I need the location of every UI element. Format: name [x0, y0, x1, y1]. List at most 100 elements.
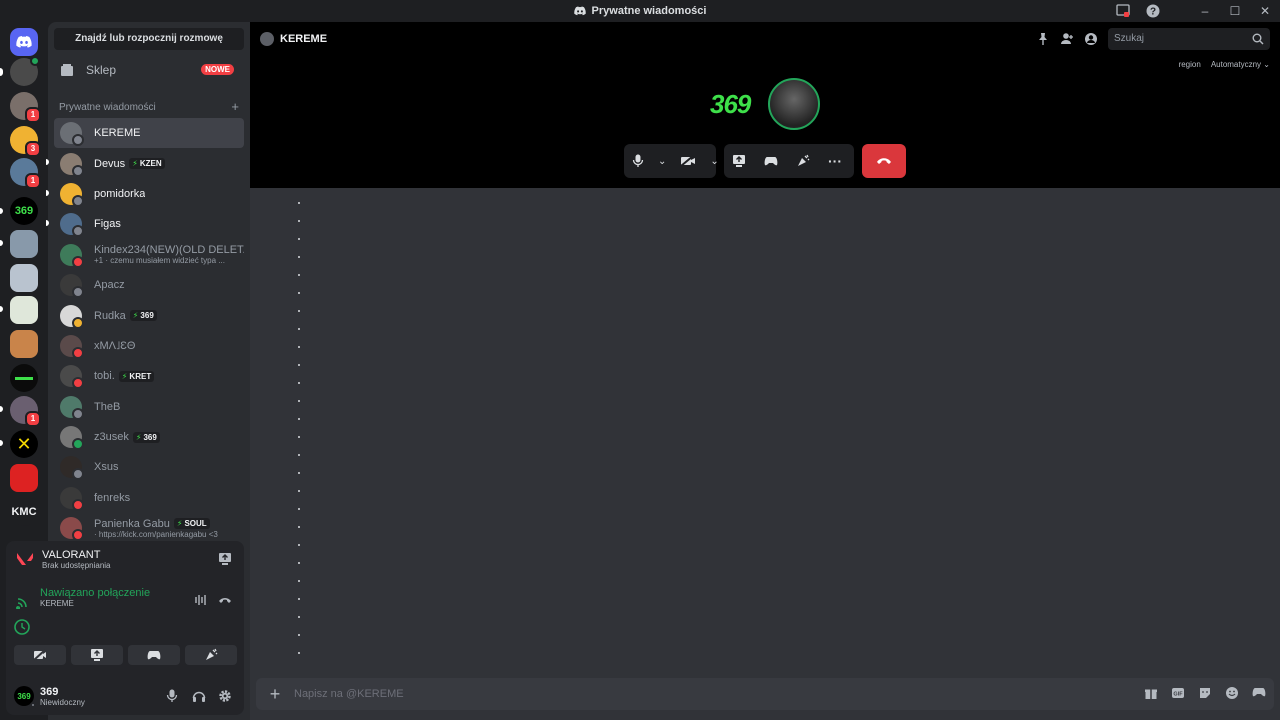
dm-name: tobi.	[94, 370, 115, 383]
dm-name: z3usek	[94, 431, 129, 444]
server-icon[interactable]: 1	[10, 396, 41, 427]
user-info[interactable]: 369 369 Niewidoczny	[6, 677, 244, 715]
dm-item[interactable]: Apacz	[54, 270, 244, 300]
server-icon[interactable]	[10, 264, 38, 292]
message-composer: + GIF	[256, 678, 1274, 710]
soundboard-button[interactable]	[185, 645, 237, 665]
region-selector[interactable]: region Automatyczny ⌄	[1179, 60, 1270, 69]
minimize-icon[interactable]: –	[1190, 4, 1220, 18]
avatar	[60, 426, 84, 451]
guild-tag: ⚡ KRET	[118, 370, 155, 382]
settings-gear-icon[interactable]	[218, 689, 232, 703]
dm-item[interactable]: xMΛ˩ƐΘ	[54, 331, 244, 361]
emoji-icon[interactable]	[1225, 686, 1239, 700]
screen-share-button[interactable]	[71, 645, 123, 665]
voice-channel[interactable]: KEREME	[40, 599, 150, 608]
unread-pill	[0, 306, 3, 312]
microphone-icon[interactable]	[632, 154, 644, 168]
status-indicator	[72, 255, 84, 268]
create-dm-button[interactable]: +	[231, 100, 239, 113]
header-username[interactable]: KEREME	[280, 33, 327, 45]
camera-off-button[interactable]	[14, 645, 66, 665]
avatar	[60, 365, 84, 390]
end-call-button[interactable]	[862, 144, 906, 178]
sticker-icon[interactable]	[1198, 686, 1212, 700]
server-icon[interactable]	[10, 56, 40, 86]
activities-icon[interactable]	[764, 155, 778, 167]
guild-tag: ⚡ SOUL	[173, 518, 210, 530]
camera-off-icon[interactable]	[680, 155, 696, 167]
chevron-down-icon[interactable]: ⌄	[658, 156, 666, 167]
user-profile-icon[interactable]	[1084, 32, 1098, 46]
server-icon[interactable]	[10, 296, 38, 324]
status-indicator	[72, 498, 84, 511]
inbox-icon[interactable]	[1116, 4, 1146, 18]
find-conversation-button[interactable]: Znajdź lub rozpocznij rozmowę	[54, 28, 244, 50]
close-icon[interactable]: ✕	[1250, 4, 1280, 18]
activity-title: VALORANT	[42, 548, 101, 561]
pin-icon[interactable]	[1036, 32, 1050, 46]
help-icon[interactable]: ?	[1146, 4, 1176, 18]
message-placeholder	[298, 580, 300, 582]
dm-item[interactable]: Devus ⚡ KZEN	[46, 148, 244, 178]
activity-subtitle: Brak udostępniania	[42, 560, 111, 570]
maximize-icon[interactable]: ☐	[1220, 4, 1250, 18]
region-value[interactable]: Automatyczny ⌄	[1211, 60, 1270, 69]
microphone-icon[interactable]	[166, 689, 178, 703]
avatar	[60, 304, 84, 329]
participant-369[interactable]: 369	[710, 89, 751, 120]
server-icon[interactable]	[10, 330, 38, 358]
unread-pill	[0, 440, 3, 446]
main-area: KEREME Szukaj region Automatyczny ⌄ 369 …	[250, 22, 1280, 720]
dm-item[interactable]: KEREME	[54, 118, 244, 149]
headphones-icon[interactable]	[192, 689, 206, 703]
search-input[interactable]: Szukaj	[1108, 28, 1270, 50]
dm-item[interactable]: Figas	[46, 209, 244, 239]
avatar: 369	[14, 686, 36, 708]
gift-icon[interactable]	[1144, 686, 1158, 700]
activity-timer-icon[interactable]	[14, 619, 30, 635]
add-friends-icon[interactable]	[1060, 32, 1074, 46]
message-placeholder	[298, 634, 300, 636]
more-options-icon[interactable]: ···	[828, 154, 842, 168]
voice-status[interactable]: Nawiązano połączenie	[40, 587, 150, 599]
app-launcher-icon[interactable]	[1252, 686, 1266, 700]
status-indicator	[72, 134, 84, 147]
gif-icon[interactable]: GIF	[1171, 686, 1185, 700]
participant-kereme-avatar[interactable]	[768, 78, 821, 130]
server-icon[interactable]	[10, 230, 38, 258]
server-icon[interactable]	[10, 364, 38, 392]
message-placeholder	[298, 562, 300, 564]
soundboard-icon[interactable]	[796, 154, 810, 168]
dm-item[interactable]: pomidorka	[46, 179, 244, 209]
dm-item[interactable]: TheB	[54, 392, 244, 422]
dm-item[interactable]: Kindex234(NEW)(OLD DELET... +1 · czemu mu…	[54, 240, 244, 270]
dm-item[interactable]: tobi. ⚡ KRET	[54, 361, 244, 391]
server-icon[interactable]: KMC	[10, 498, 38, 526]
disconnect-icon[interactable]	[218, 593, 232, 607]
server-icon[interactable]: 1	[10, 158, 41, 189]
server-icon[interactable]: 3	[10, 126, 41, 157]
server-icon[interactable]	[10, 464, 38, 492]
upload-plus-icon[interactable]: +	[256, 684, 294, 705]
message-input[interactable]	[294, 688, 1094, 700]
dm-item[interactable]: Panienka Gabu ⚡ SOUL · https://kick.com/pan…	[54, 513, 244, 543]
svg-text:?: ?	[1150, 7, 1156, 18]
dm-item[interactable]: fenreks	[54, 483, 244, 513]
shop-link[interactable]: Sklep NOWE	[54, 56, 244, 84]
server-icon[interactable]: 1	[10, 92, 41, 123]
stream-game-icon[interactable]	[218, 552, 232, 566]
server-icon[interactable]: ✕	[10, 430, 38, 458]
noise-suppression-icon[interactable]	[194, 593, 208, 607]
chevron-down-icon[interactable]: ⌄	[710, 156, 718, 167]
server-icon[interactable]: 369	[10, 197, 38, 225]
message-placeholder	[298, 346, 300, 348]
dm-name: Rudka	[94, 309, 126, 322]
screen-share-icon[interactable]	[732, 154, 746, 168]
header-avatar	[260, 32, 274, 46]
dm-item[interactable]: Rudka ⚡ 369	[54, 300, 244, 330]
activities-button[interactable]	[128, 645, 180, 665]
dm-item[interactable]: Xsus	[54, 452, 244, 482]
home-button[interactable]	[10, 28, 38, 56]
dm-item[interactable]: z3usek ⚡ 369	[54, 422, 244, 452]
